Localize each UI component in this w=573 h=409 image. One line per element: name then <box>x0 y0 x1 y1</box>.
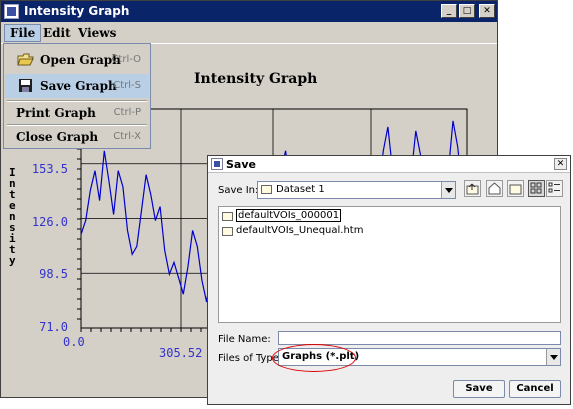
dialog-title: Save <box>226 158 256 171</box>
details-view-icon <box>548 182 560 193</box>
dropdown-arrow-icon[interactable] <box>546 349 560 365</box>
y-tick-label: 71.0 <box>39 320 68 334</box>
cancel-button[interactable]: Cancel <box>509 380 561 398</box>
new-folder-icon <box>509 184 522 195</box>
menu-item-shortcut: Ctrl-P <box>113 107 141 118</box>
dropdown-arrow-icon[interactable] <box>441 182 455 198</box>
file-name: defaultVOIs_000001 <box>236 209 342 222</box>
y-tick-label: 153.5 <box>31 162 68 176</box>
annotation-ellipse <box>272 344 356 372</box>
file-menu-dropdown: Open Graph Ctrl-O Save Graph Ctrl-S Prin… <box>3 43 151 149</box>
menu-item-label: Save Graph <box>40 79 117 93</box>
save-button[interactable]: Save <box>453 380 505 398</box>
y-tick-label: 126.0 <box>31 215 68 229</box>
y-tick-label: 98.5 <box>39 267 68 281</box>
file-name-label: File Name: <box>218 334 271 345</box>
list-view-button[interactable] <box>528 180 545 197</box>
menu-item-print-graph[interactable]: Print Graph Ctrl-P <box>5 101 149 125</box>
up-one-level-button[interactable] <box>464 180 481 197</box>
home-button[interactable] <box>486 180 503 197</box>
menu-item-label: Print Graph <box>16 106 96 120</box>
home-icon <box>488 182 501 195</box>
app-icon <box>211 158 223 170</box>
dialog-close-button[interactable]: ✕ <box>554 158 567 170</box>
file-name-field[interactable] <box>278 331 561 345</box>
dialog-titlebar[interactable]: Save ✕ <box>208 156 570 173</box>
details-view-button[interactable] <box>546 180 563 197</box>
save-in-combo[interactable]: Dataset 1 <box>257 181 456 199</box>
open-folder-icon <box>17 53 34 66</box>
menu-item-save-graph[interactable]: Save Graph Ctrl-S <box>5 74 149 98</box>
file-name: defaultVOIs_Unequal.htm <box>236 225 364 236</box>
floppy-disk-icon <box>19 79 32 92</box>
up-folder-icon <box>466 183 479 195</box>
menu-item-label: Open Graph <box>40 53 121 67</box>
new-folder-button[interactable] <box>507 180 524 197</box>
folder-icon <box>261 185 272 194</box>
menu-item-shortcut: Ctrl-X <box>113 131 141 142</box>
x-tick-label: 0.0 <box>63 335 85 349</box>
menu-item-open-graph[interactable]: Open Graph Ctrl-O <box>5 48 149 72</box>
menu-item-close-graph[interactable]: Close Graph Ctrl-X <box>5 125 149 149</box>
save-in-label: Save In: <box>218 185 259 196</box>
menu-item-shortcut: Ctrl-S <box>113 80 141 91</box>
save-in-value: Dataset 1 <box>276 184 325 195</box>
folder-icon <box>222 227 233 236</box>
folder-icon <box>222 212 233 221</box>
y-axis-label-letter: y <box>9 254 16 267</box>
x-tick-label: 305.52 <box>159 346 203 360</box>
file-list[interactable]: defaultVOIs_000001 defaultVOIs_Unequal.h… <box>218 206 561 323</box>
list-view-icon <box>530 182 542 194</box>
menu-item-shortcut: Ctrl-O <box>111 54 141 65</box>
menu-item-label: Close Graph <box>16 130 99 144</box>
